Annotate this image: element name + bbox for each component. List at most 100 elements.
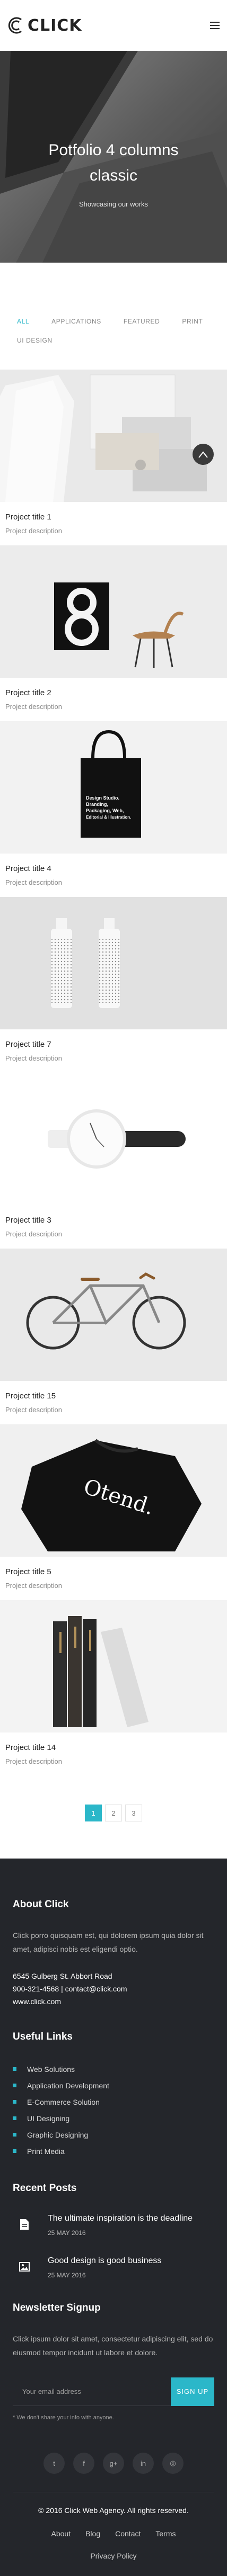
document-icon — [13, 2213, 36, 2236]
filter-featured[interactable]: Featured — [124, 318, 160, 325]
recent-post[interactable]: Good design is good business 25 MAY 2016 — [13, 2255, 214, 2279]
project-thumbnail[interactable]: Design Studio. Branding, Packaging, Web,… — [0, 721, 227, 854]
about-section: About Click Click porro quisquam est, qu… — [13, 1899, 214, 2008]
linkedin-icon[interactable]: in — [133, 2453, 154, 2474]
recent-posts-heading: Recent Posts — [13, 2183, 77, 2194]
contact-info[interactable]: 900-321-4568 | contact@click.com — [13, 1982, 214, 1995]
project-description: Project description — [5, 1406, 62, 1414]
project-thumbnail[interactable] — [0, 1073, 227, 1205]
bullet-icon — [13, 2084, 16, 2087]
portfolio-item[interactable]: Project title 2 Project description — [0, 545, 227, 715]
project-title[interactable]: Project title 2 — [5, 688, 222, 697]
footer-link-about[interactable]: About — [51, 2529, 71, 2538]
project-title[interactable]: Project title 3 — [5, 1216, 222, 1225]
project-description: Project description — [5, 1054, 62, 1062]
project-thumbnail[interactable] — [0, 897, 227, 1029]
project-description: Project description — [5, 703, 62, 711]
logo-text: CLICK — [28, 16, 82, 35]
portfolio-grid: Project title 1 Project description Proj… — [0, 370, 227, 1770]
portfolio-item[interactable]: Design Studio. Branding, Packaging, Web,… — [0, 721, 227, 891]
hero-subtitle: Showcasing our works — [78, 200, 149, 208]
portfolio-item[interactable]: Project title 14 Project description — [0, 1600, 227, 1770]
filter-all[interactable]: All — [17, 318, 29, 325]
project-description: Project description — [5, 878, 62, 886]
hero-title: Potfolio 4 columns classic — [48, 141, 179, 184]
portfolio-item[interactable]: Otend. Project title 5 Project descripti… — [0, 1424, 227, 1594]
page-2[interactable]: 2 — [105, 1805, 122, 1821]
project-thumbnail[interactable] — [0, 370, 227, 502]
project-title[interactable]: Project title 7 — [5, 1040, 222, 1049]
tote-text-line: Editorial & Illustration. — [86, 815, 131, 820]
useful-links-section: Useful Links Web Solutions Application D… — [13, 2031, 214, 2159]
project-thumbnail[interactable] — [0, 1600, 227, 1733]
email-input[interactable] — [13, 2377, 171, 2406]
post-title[interactable]: Good design is good business — [48, 2255, 161, 2267]
hero-banner: Potfolio 4 columns classic Showcasing ou… — [0, 51, 227, 263]
post-title[interactable]: The ultimate inspiration is the deadline — [48, 2212, 193, 2225]
social-links: t f g+ in ◎ — [13, 2453, 214, 2492]
logo-icon — [8, 17, 22, 34]
project-description: Project description — [5, 1757, 62, 1765]
about-heading: About Click — [13, 1899, 69, 1910]
signup-button[interactable]: SIGN UP — [171, 2377, 214, 2406]
recent-post[interactable]: The ultimate inspiration is the deadline… — [13, 2212, 214, 2237]
link-print-media[interactable]: Print Media — [13, 2143, 214, 2159]
google-plus-icon[interactable]: g+ — [103, 2453, 124, 2474]
recent-posts-section: Recent Posts The ultimate inspiration is… — [13, 2183, 214, 2279]
portfolio-item[interactable]: Project title 15 Project description — [0, 1249, 227, 1418]
project-title[interactable]: Project title 1 — [5, 513, 222, 522]
copyright: © 2016 Click Web Agency. All rights rese… — [38, 2506, 189, 2515]
footer-link-contact[interactable]: Contact — [115, 2529, 141, 2538]
project-description: Project description — [5, 1582, 62, 1590]
dribbble-icon[interactable]: ◎ — [162, 2453, 184, 2474]
project-thumbnail[interactable] — [0, 1249, 227, 1381]
project-thumbnail[interactable] — [0, 545, 227, 678]
page-1[interactable]: 1 — [85, 1805, 102, 1821]
privacy-note: * We don't share your info with anyone. — [13, 2415, 114, 2421]
tote-text-line: Packaging, Web, — [86, 808, 124, 813]
watch-image — [0, 1073, 227, 1205]
tshirt-image: Otend. — [0, 1424, 227, 1557]
footer-link-privacy[interactable]: Privacy Policy — [13, 2552, 214, 2560]
filter-print[interactable]: Print — [182, 318, 203, 325]
poster-chair-image — [0, 545, 227, 678]
post-date: 25 MAY 2016 — [48, 2229, 86, 2237]
post-date: 25 MAY 2016 — [48, 2272, 86, 2279]
facebook-icon[interactable]: f — [73, 2453, 94, 2474]
link-ecommerce-solution[interactable]: E-Commerce Solution — [13, 2094, 214, 2110]
newsletter-heading: Newsletter Signup — [13, 2302, 101, 2313]
link-application-development[interactable]: Application Development — [13, 2077, 214, 2094]
project-thumbnail[interactable]: Otend. — [0, 1424, 227, 1557]
website-link[interactable]: www.click.com — [13, 1995, 214, 2008]
page-3[interactable]: 3 — [125, 1805, 142, 1821]
link-ui-designing[interactable]: UI Designing — [13, 2110, 214, 2126]
about-text: Click porro quisquam est, qui dolorem ip… — [13, 1931, 204, 1953]
portfolio-item[interactable]: Project title 3 Project description — [0, 1073, 227, 1242]
filter-applications[interactable]: Applications — [51, 318, 101, 325]
footer-link-terms[interactable]: Terms — [155, 2529, 176, 2538]
footer-link-blog[interactable]: Blog — [85, 2529, 100, 2538]
site-header: CLICK — [0, 0, 227, 51]
filter-ui-design[interactable]: UI Design — [17, 337, 53, 344]
bullet-icon — [13, 2100, 16, 2104]
footer-nav: About Blog Contact Terms — [13, 2529, 214, 2538]
pagination: 1 2 3 — [0, 1776, 227, 1859]
stationery-mockup-image — [0, 370, 227, 502]
bullet-icon — [13, 2133, 16, 2137]
link-graphic-designing[interactable]: Graphic Designing — [13, 2126, 214, 2143]
project-title[interactable]: Project title 14 — [5, 1743, 222, 1752]
bottles-image — [0, 897, 227, 1029]
project-title[interactable]: Project title 4 — [5, 864, 222, 873]
twitter-icon[interactable]: t — [43, 2453, 65, 2474]
image-icon — [13, 2255, 36, 2278]
portfolio-item[interactable]: Project title 7 Project description — [0, 897, 227, 1066]
project-title[interactable]: Project title 15 — [5, 1392, 222, 1401]
portfolio-item[interactable]: Project title 1 Project description — [0, 370, 227, 539]
bullet-icon — [13, 2116, 16, 2120]
project-title[interactable]: Project title 5 — [5, 1567, 222, 1576]
link-web-solutions[interactable]: Web Solutions — [13, 2061, 214, 2077]
hamburger-icon[interactable] — [210, 22, 220, 29]
logo[interactable]: CLICK — [6, 16, 82, 35]
project-description: Project description — [5, 1230, 62, 1238]
useful-links-heading: Useful Links — [13, 2031, 73, 2042]
